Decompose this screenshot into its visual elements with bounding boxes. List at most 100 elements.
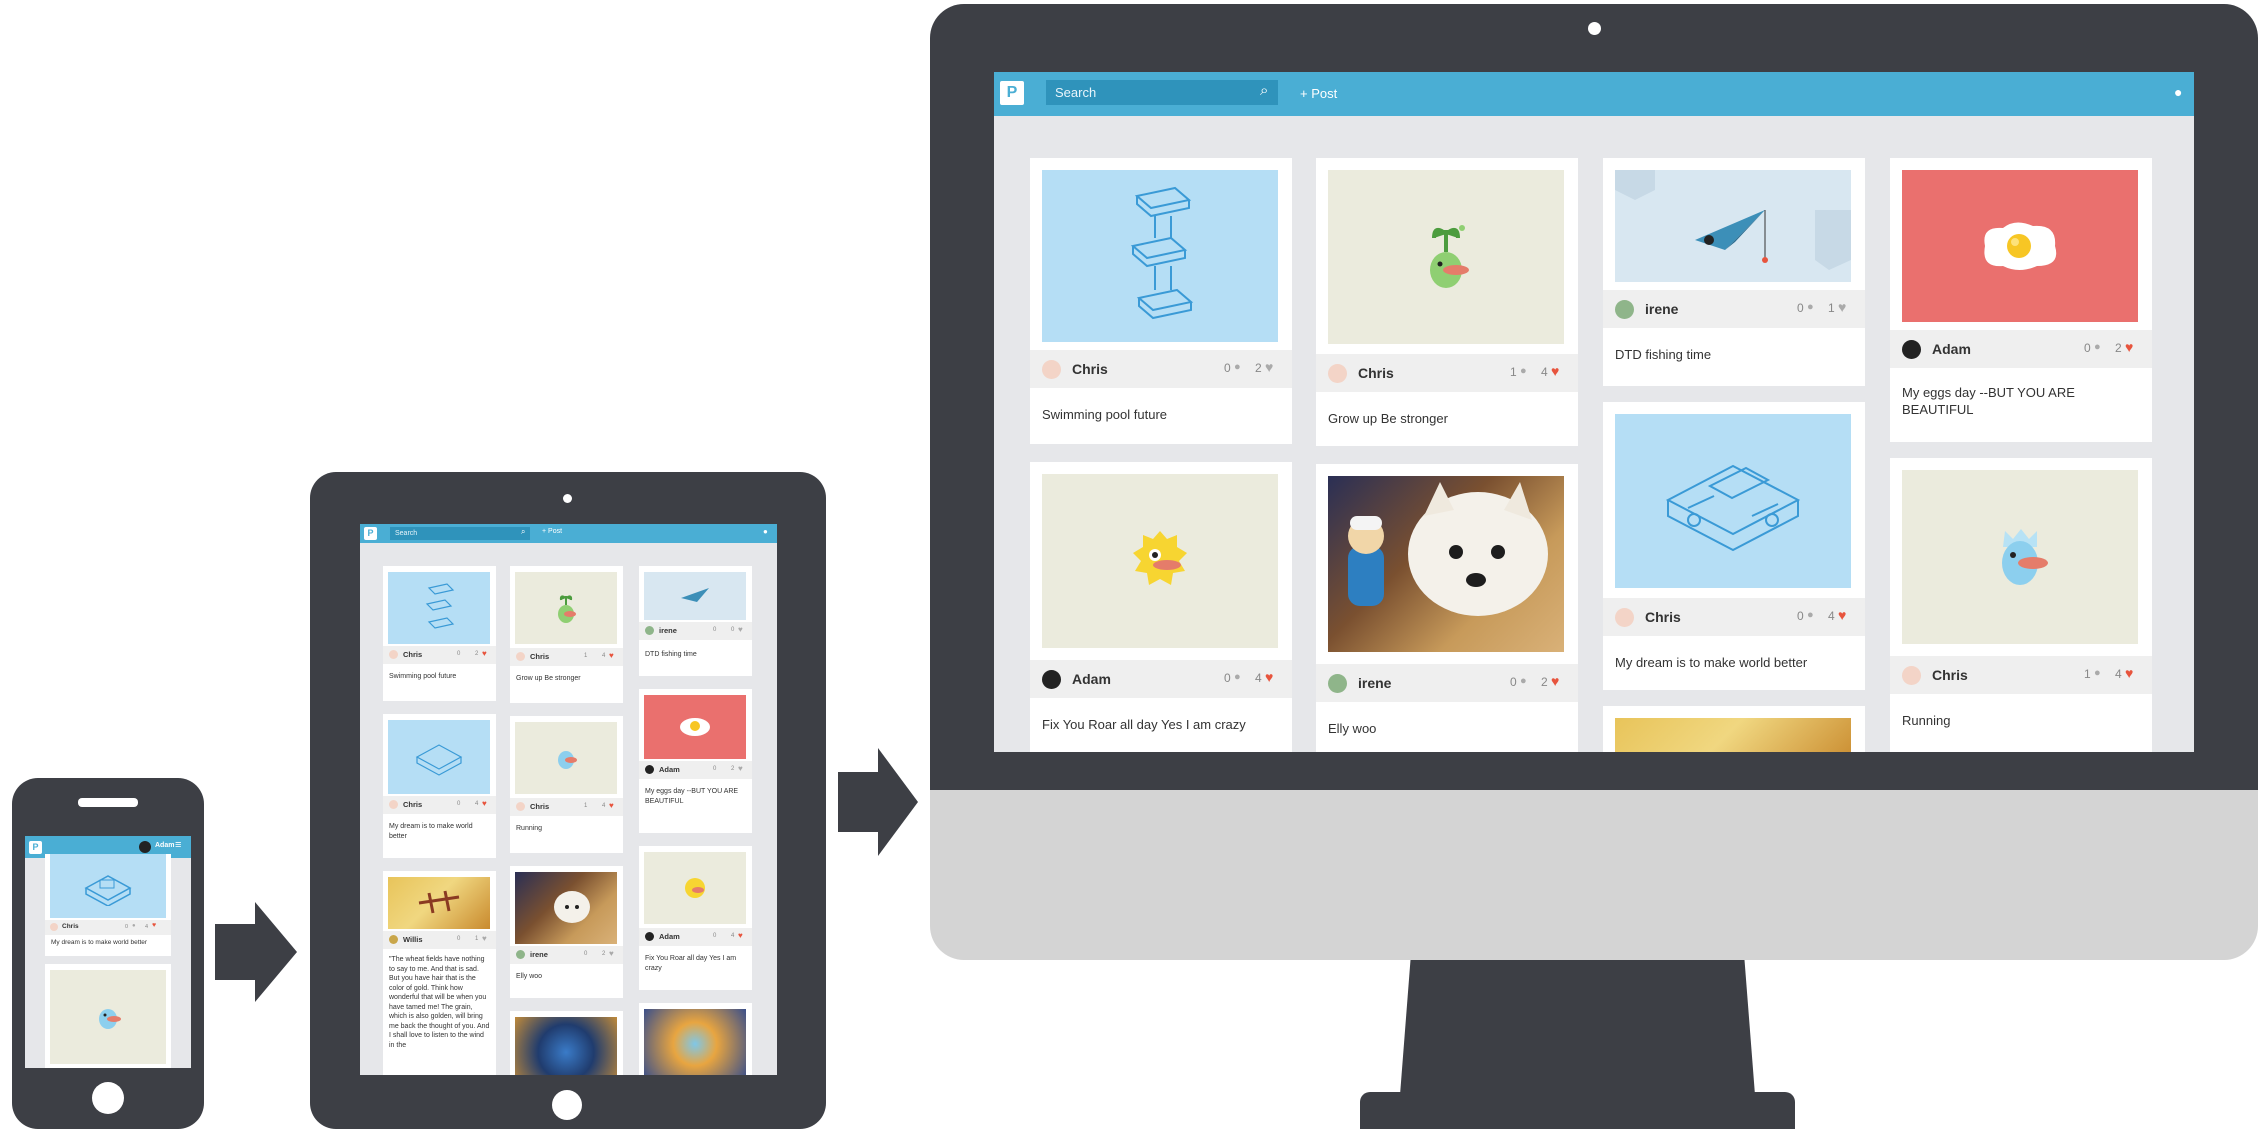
post-image[interactable] bbox=[1328, 476, 1564, 652]
post-author[interactable]: Adam bbox=[1072, 671, 1111, 687]
post-image[interactable] bbox=[644, 1009, 746, 1075]
post-author[interactable]: Chris bbox=[403, 800, 422, 809]
post-image[interactable] bbox=[515, 572, 617, 644]
post-card[interactable]: Adam 0 2 ♥ My eggs day --BUT YOU ARE BEA… bbox=[639, 689, 752, 833]
avatar[interactable] bbox=[1615, 608, 1634, 627]
avatar[interactable] bbox=[1615, 300, 1634, 319]
comment-icon[interactable]: ● bbox=[1520, 675, 1527, 687]
comment-icon[interactable]: ● bbox=[1807, 301, 1814, 313]
avatar[interactable] bbox=[50, 923, 58, 931]
heart-icon[interactable]: ♥ bbox=[1551, 673, 1559, 689]
avatar[interactable] bbox=[1902, 666, 1921, 685]
post-image[interactable] bbox=[1328, 170, 1564, 344]
post-author[interactable]: Chris bbox=[1358, 365, 1394, 381]
avatar[interactable] bbox=[389, 800, 398, 809]
post-author[interactable]: Chris bbox=[530, 802, 549, 811]
avatar[interactable] bbox=[516, 802, 525, 811]
post-image[interactable] bbox=[388, 572, 490, 644]
avatar[interactable] bbox=[645, 932, 654, 941]
post-card[interactable]: Chris 0 ● 4 ♥ My dream is to make world … bbox=[45, 854, 171, 956]
post-author[interactable]: Chris bbox=[1932, 667, 1968, 683]
avatar[interactable] bbox=[1042, 670, 1061, 689]
post-author[interactable]: Chris bbox=[530, 652, 549, 661]
heart-icon[interactable]: ♥ bbox=[1265, 669, 1273, 685]
comment-icon[interactable]: ● bbox=[132, 923, 136, 929]
heart-icon[interactable]: ♥ bbox=[609, 801, 614, 810]
heart-icon[interactable]: ♥ bbox=[482, 799, 487, 808]
search-icon[interactable]: ⌕ bbox=[1260, 82, 1268, 99]
phone-logo[interactable]: P bbox=[29, 841, 42, 854]
post-image[interactable] bbox=[388, 720, 490, 794]
avatar[interactable] bbox=[389, 935, 398, 944]
post-author[interactable]: Adam bbox=[1932, 341, 1971, 357]
post-card[interactable]: irene 0 ● 2 ♥ Elly woo bbox=[1316, 464, 1578, 752]
heart-icon[interactable]: ♥ bbox=[2125, 339, 2133, 355]
post-card[interactable]: Chris 1 ● 4 ♥ Grow up Be stronger bbox=[1316, 158, 1578, 446]
heart-icon[interactable]: ♥ bbox=[152, 922, 156, 929]
post-card[interactable] bbox=[1603, 706, 1865, 752]
comment-icon[interactable]: ● bbox=[1234, 361, 1241, 373]
post-card[interactable]: Chris 0 ● 4 ♥ My dream is to make world … bbox=[1603, 402, 1865, 690]
avatar[interactable] bbox=[516, 950, 525, 959]
post-author[interactable]: irene bbox=[659, 626, 677, 635]
post-card[interactable]: Adam 0 4 ♥ Fix You Roar all day Yes I am… bbox=[639, 846, 752, 990]
post-image[interactable] bbox=[1615, 718, 1851, 752]
post-card[interactable]: Chris 1 4 ♥ Grow up Be stronger bbox=[510, 566, 623, 703]
post-image[interactable] bbox=[644, 695, 746, 759]
post-card[interactable]: irene 0 ● 1 ♥ DTD fishing time bbox=[1603, 158, 1865, 386]
avatar[interactable] bbox=[516, 652, 525, 661]
post-button[interactable]: + Post bbox=[542, 528, 562, 535]
avatar[interactable] bbox=[1328, 674, 1347, 693]
heart-icon[interactable]: ♥ bbox=[1838, 299, 1846, 315]
post-card[interactable]: Chris 0 4 ♥ My dream is to make world be… bbox=[383, 714, 496, 858]
post-image[interactable] bbox=[1615, 170, 1851, 282]
post-card[interactable]: Adam 0 ● 4 ♥ Fix You Roar all day Yes I … bbox=[1030, 462, 1292, 752]
heart-icon[interactable]: ♥ bbox=[2125, 665, 2133, 681]
heart-icon[interactable]: ♥ bbox=[738, 625, 743, 634]
post-card[interactable]: Willis 0 1 ♥ "The wheat fields have noth… bbox=[383, 871, 496, 1075]
user-icon[interactable]: ● bbox=[763, 527, 768, 536]
desktop-logo[interactable]: P bbox=[1000, 81, 1024, 105]
post-author[interactable]: irene bbox=[530, 950, 548, 959]
post-image[interactable] bbox=[1042, 474, 1278, 648]
phone-user-name[interactable]: Adam bbox=[155, 842, 174, 849]
post-author[interactable]: Chris bbox=[62, 923, 79, 930]
comment-icon[interactable]: ● bbox=[1807, 609, 1814, 621]
avatar[interactable] bbox=[1042, 360, 1061, 379]
heart-icon[interactable]: ♥ bbox=[609, 651, 614, 660]
post-image[interactable] bbox=[388, 877, 490, 929]
heart-icon[interactable]: ♥ bbox=[609, 949, 614, 958]
avatar[interactable] bbox=[1902, 340, 1921, 359]
heart-icon[interactable]: ♥ bbox=[1551, 363, 1559, 379]
search-input[interactable]: Search bbox=[390, 527, 530, 540]
post-card[interactable]: irene 0 2 ♥ Elly woo bbox=[510, 866, 623, 998]
heart-icon[interactable]: ♥ bbox=[482, 649, 487, 658]
tablet-logo[interactable]: P bbox=[364, 527, 377, 540]
avatar[interactable] bbox=[645, 765, 654, 774]
user-icon[interactable]: ● bbox=[2174, 84, 2182, 100]
comment-icon[interactable]: ● bbox=[2094, 341, 2101, 353]
post-author[interactable]: irene bbox=[1358, 675, 1391, 691]
comment-icon[interactable]: ● bbox=[2094, 667, 2101, 679]
post-author[interactable]: Adam bbox=[659, 932, 680, 941]
post-image[interactable] bbox=[1902, 170, 2138, 322]
post-card[interactable] bbox=[45, 964, 171, 1068]
post-image[interactable] bbox=[1615, 414, 1851, 588]
heart-icon[interactable]: ♥ bbox=[738, 931, 743, 940]
post-card[interactable]: Chris 1 4 ♥ Running bbox=[510, 716, 623, 853]
post-card[interactable]: Chris 1 ● 4 ♥ Running bbox=[1890, 458, 2152, 752]
post-image[interactable] bbox=[644, 852, 746, 924]
post-card[interactable]: Chris 0 ● 2 ♥ Swimming pool future bbox=[1030, 158, 1292, 444]
post-image[interactable] bbox=[515, 1017, 617, 1075]
comment-icon[interactable]: ● bbox=[1234, 671, 1241, 683]
avatar[interactable] bbox=[1328, 364, 1347, 383]
heart-icon[interactable]: ♥ bbox=[738, 764, 743, 773]
search-input[interactable]: Search bbox=[1046, 80, 1278, 105]
post-card[interactable]: Chris 0 2 ♥ Swimming pool future bbox=[383, 566, 496, 701]
heart-icon[interactable]: ♥ bbox=[482, 934, 487, 943]
post-author[interactable]: Chris bbox=[1072, 361, 1108, 377]
comment-icon[interactable]: ● bbox=[1520, 365, 1527, 377]
post-author[interactable]: Adam bbox=[659, 765, 680, 774]
post-image[interactable] bbox=[515, 722, 617, 794]
heart-icon[interactable]: ♥ bbox=[1265, 359, 1273, 375]
